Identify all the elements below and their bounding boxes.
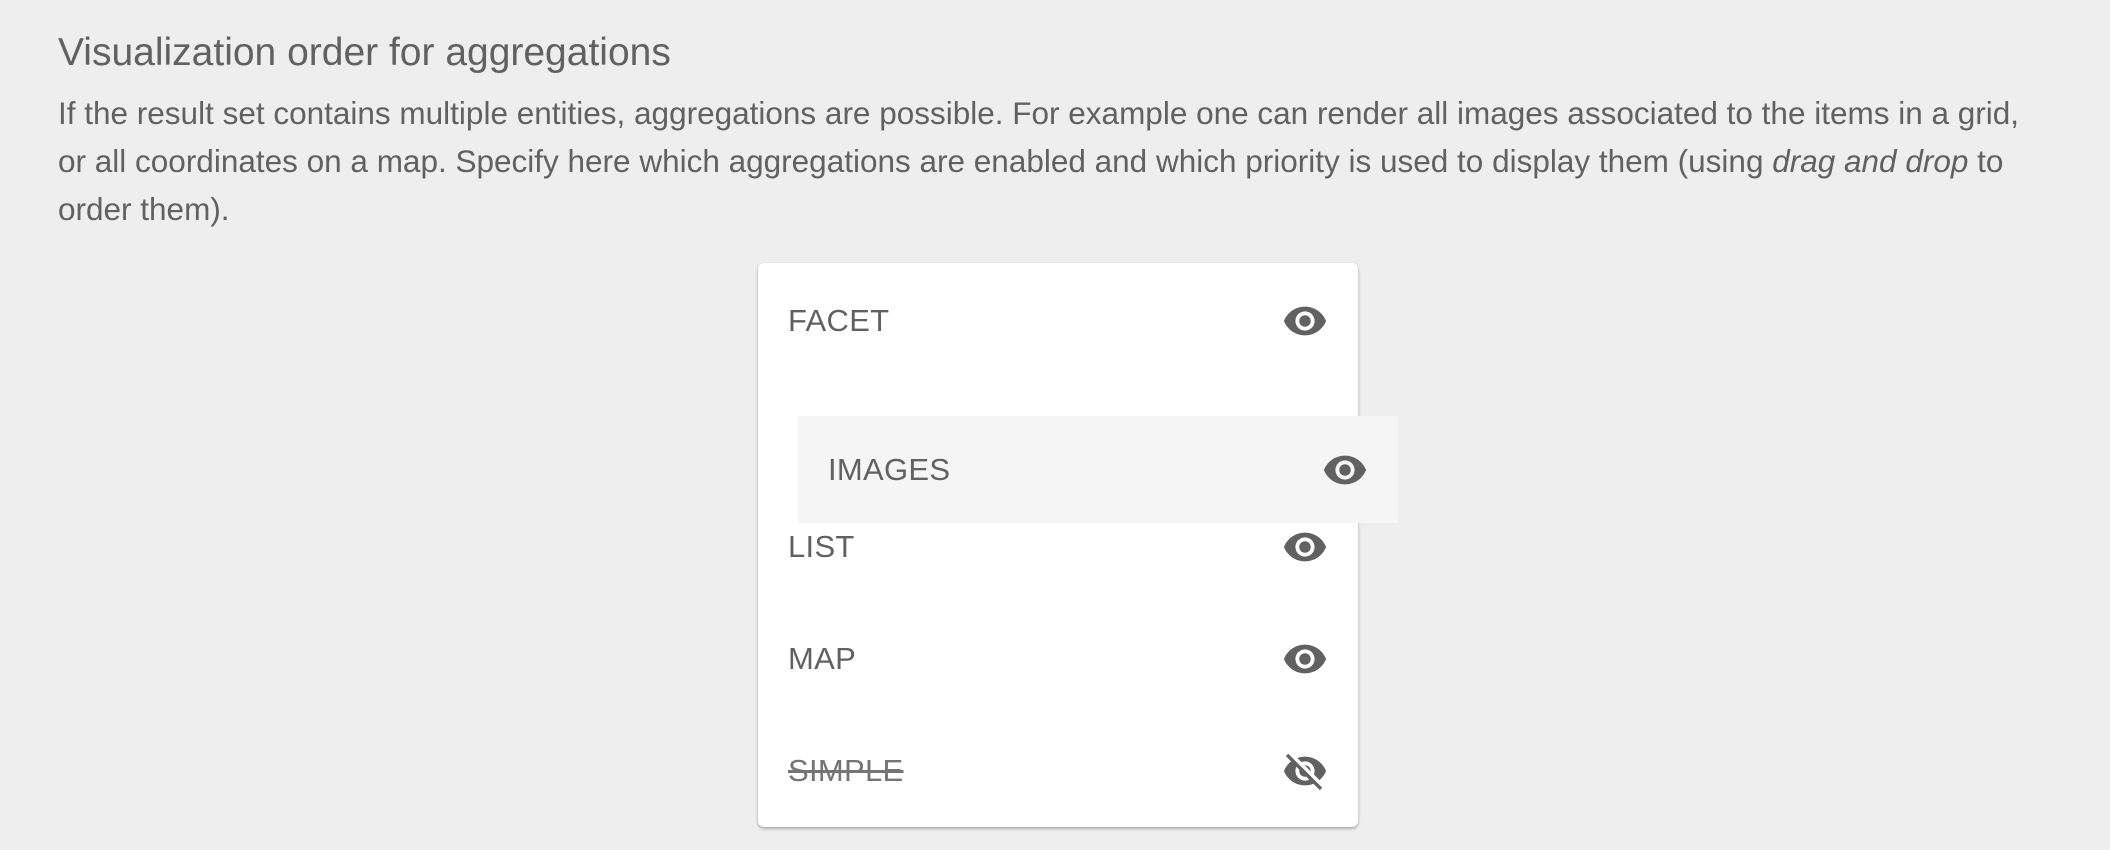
- aggregation-item-map[interactable]: MAP: [758, 603, 1358, 715]
- description-emphasis: drag and drop: [1772, 143, 1969, 179]
- section-description: If the result set contains multiple enti…: [58, 89, 2048, 233]
- description-text-1: If the result set contains multiple enti…: [58, 95, 2020, 179]
- aggregation-label: SIMPLE: [788, 753, 904, 788]
- aggregation-label: IMAGES: [828, 451, 951, 487]
- aggregation-label: MAP: [788, 641, 857, 676]
- eye-icon[interactable]: [1282, 298, 1328, 344]
- eye-icon[interactable]: [1282, 524, 1328, 570]
- section-title: Visualization order for aggregations: [58, 31, 671, 74]
- eye-icon[interactable]: [1322, 447, 1368, 493]
- aggregation-item-simple[interactable]: SIMPLE: [758, 715, 1358, 827]
- dragging-aggregation-item-images[interactable]: IMAGES: [798, 416, 1398, 523]
- aggregation-order-list: FACET LIST MAP SIMPLE: [758, 263, 1358, 827]
- eye-icon[interactable]: [1282, 636, 1328, 682]
- aggregation-label: FACET: [788, 303, 890, 338]
- eye-off-icon[interactable]: [1282, 748, 1328, 794]
- aggregation-item-facet[interactable]: FACET: [758, 265, 1358, 377]
- aggregation-label: LIST: [788, 529, 855, 564]
